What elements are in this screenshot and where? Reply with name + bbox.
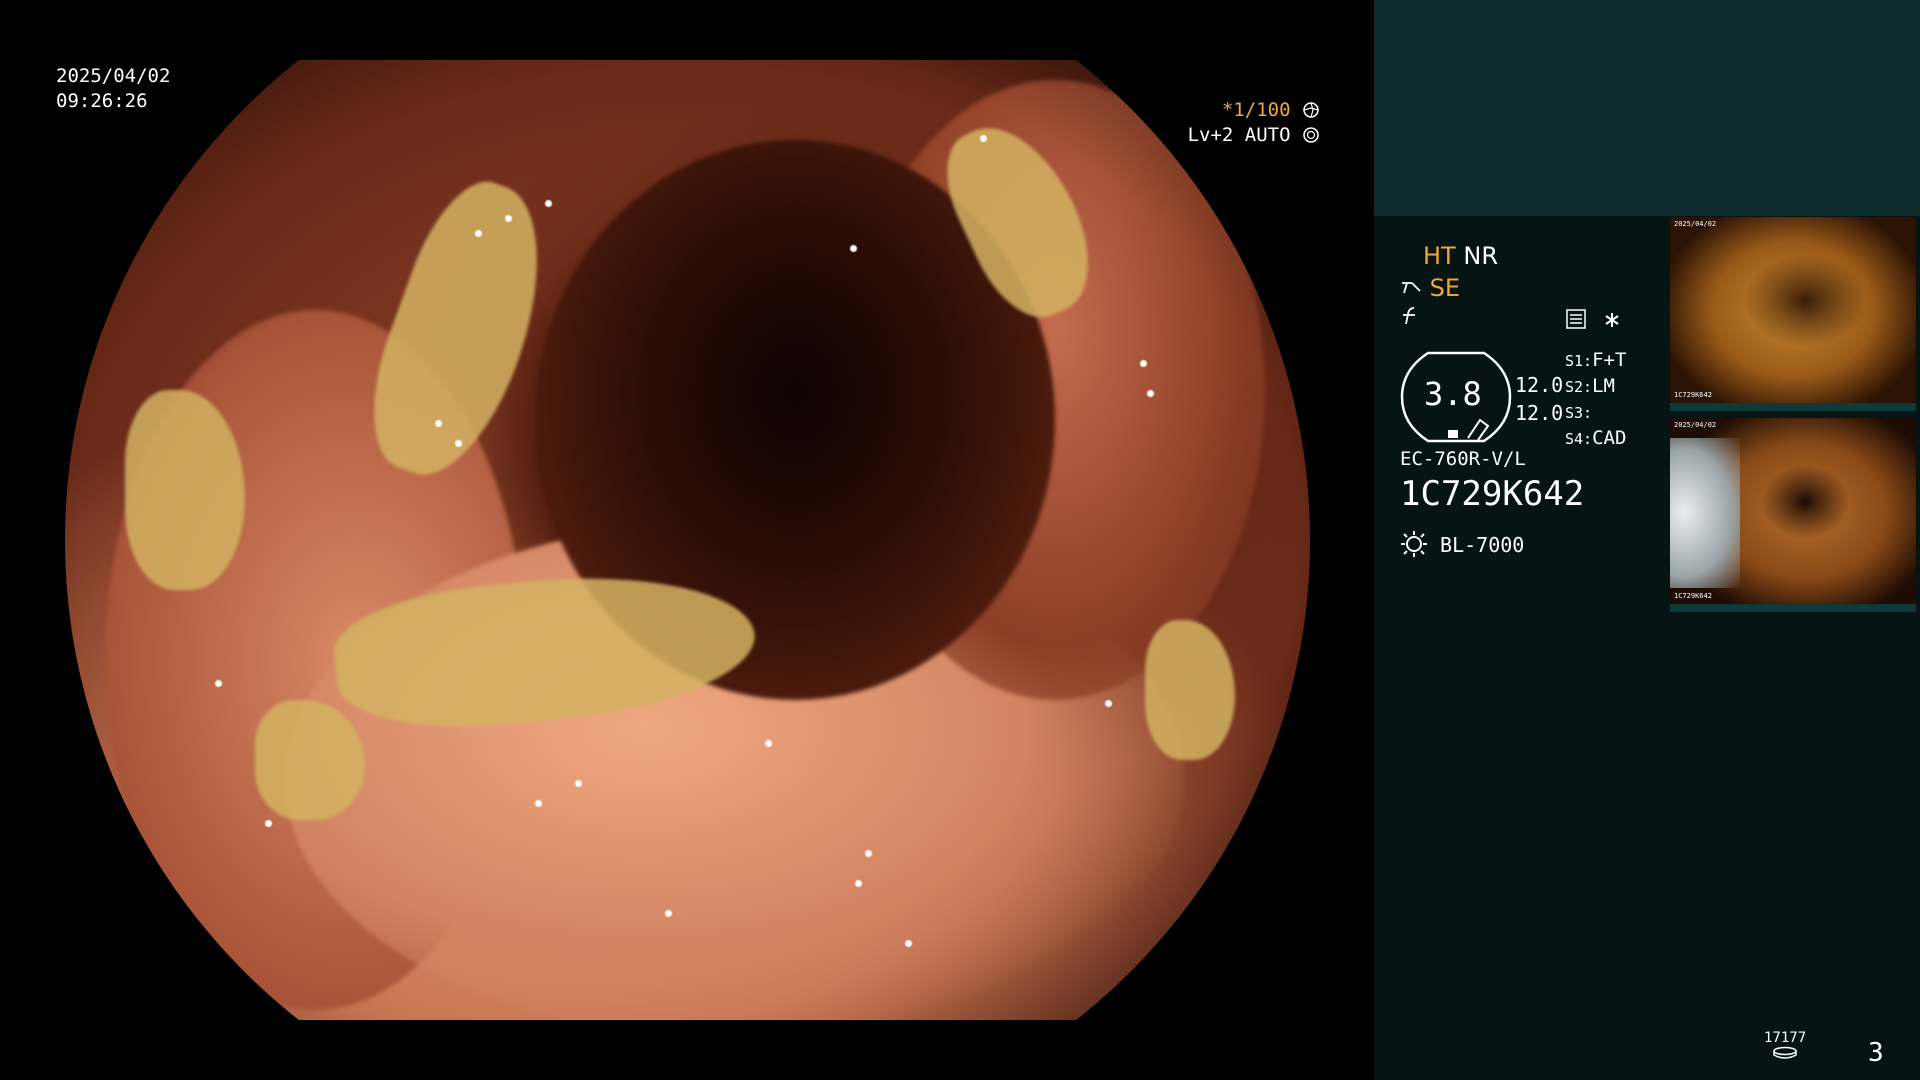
aperture-icon (1303, 102, 1319, 118)
structure-enhance-icon (1402, 282, 1421, 294)
capture-thumbnail-2[interactable]: 2025/04/02 1C729K642 (1670, 418, 1916, 604)
switch-s1: S1:F+T (1565, 349, 1627, 371)
color-mode-row (1400, 306, 1422, 330)
se-row: SE (1400, 274, 1460, 302)
iris-icon (1303, 127, 1319, 143)
level-label: Lv+2 AUTO (1187, 124, 1291, 146)
endoscope-live-view (65, 60, 1310, 1020)
switch-s2: S2:LM (1565, 375, 1615, 397)
thumb-date: 2025/04/02 (1674, 421, 1717, 429)
color-mode-icon (1403, 307, 1415, 325)
light-source-icon (1401, 531, 1427, 557)
value-b: 12.0 (1515, 401, 1564, 425)
value-a: 12.0 (1515, 373, 1564, 397)
thumb-separator (1670, 604, 1916, 612)
nr-label: NR (1463, 242, 1498, 270)
switch-s3: S3: (1565, 404, 1593, 422)
switch-assignments: S1:F+T S2:LM S3: S4:CAD (1565, 348, 1626, 452)
thumb-date: 2025/04/02 (1674, 220, 1717, 228)
se-label: SE (1429, 274, 1461, 302)
settings-list-icon (1566, 309, 1586, 329)
values-column: 12.0 12.0 (1515, 371, 1563, 427)
switch-s4: S4:CAD (1565, 427, 1627, 449)
storage-disk-icon (1773, 1046, 1797, 1059)
storage-indicator: 17177 (1764, 1030, 1806, 1064)
scope-model: EC-760R-V/L (1400, 448, 1526, 470)
thumb-glare (1670, 438, 1740, 588)
asterisk-icon (1605, 313, 1619, 327)
exposure-overlay: *1/100 Lv+2 AUTO (1188, 98, 1320, 148)
zoom-value: 3.8 (1424, 375, 1482, 413)
panel-header-area (1374, 0, 1920, 216)
shutter-speed-label: *1/100 (1221, 99, 1291, 121)
thumb-serial: 1C729K642 (1674, 391, 1712, 399)
status-icons (1565, 308, 1622, 334)
scope-serial: 1C729K642 (1400, 474, 1585, 514)
date-label: 2025/04/02 (56, 65, 171, 87)
light-source-label: BL-7000 (1440, 533, 1525, 557)
thumb-separator (1670, 403, 1916, 411)
capture-count: 3 (1868, 1038, 1884, 1068)
capture-thumbnail-1[interactable]: 2025/04/02 1C729K642 (1670, 217, 1916, 403)
storage-count: 17177 (1764, 1030, 1807, 1046)
thumb-serial: 1C729K642 (1674, 592, 1712, 600)
enhancement-row: HT NR (1423, 242, 1498, 270)
light-source-row: BL-7000 (1400, 530, 1524, 558)
time-label: 09:26:26 (56, 90, 148, 112)
date-time-overlay: 2025/04/02 09:26:26 (56, 64, 170, 114)
vignette (65, 60, 1310, 1020)
ht-label: HT (1423, 242, 1456, 270)
